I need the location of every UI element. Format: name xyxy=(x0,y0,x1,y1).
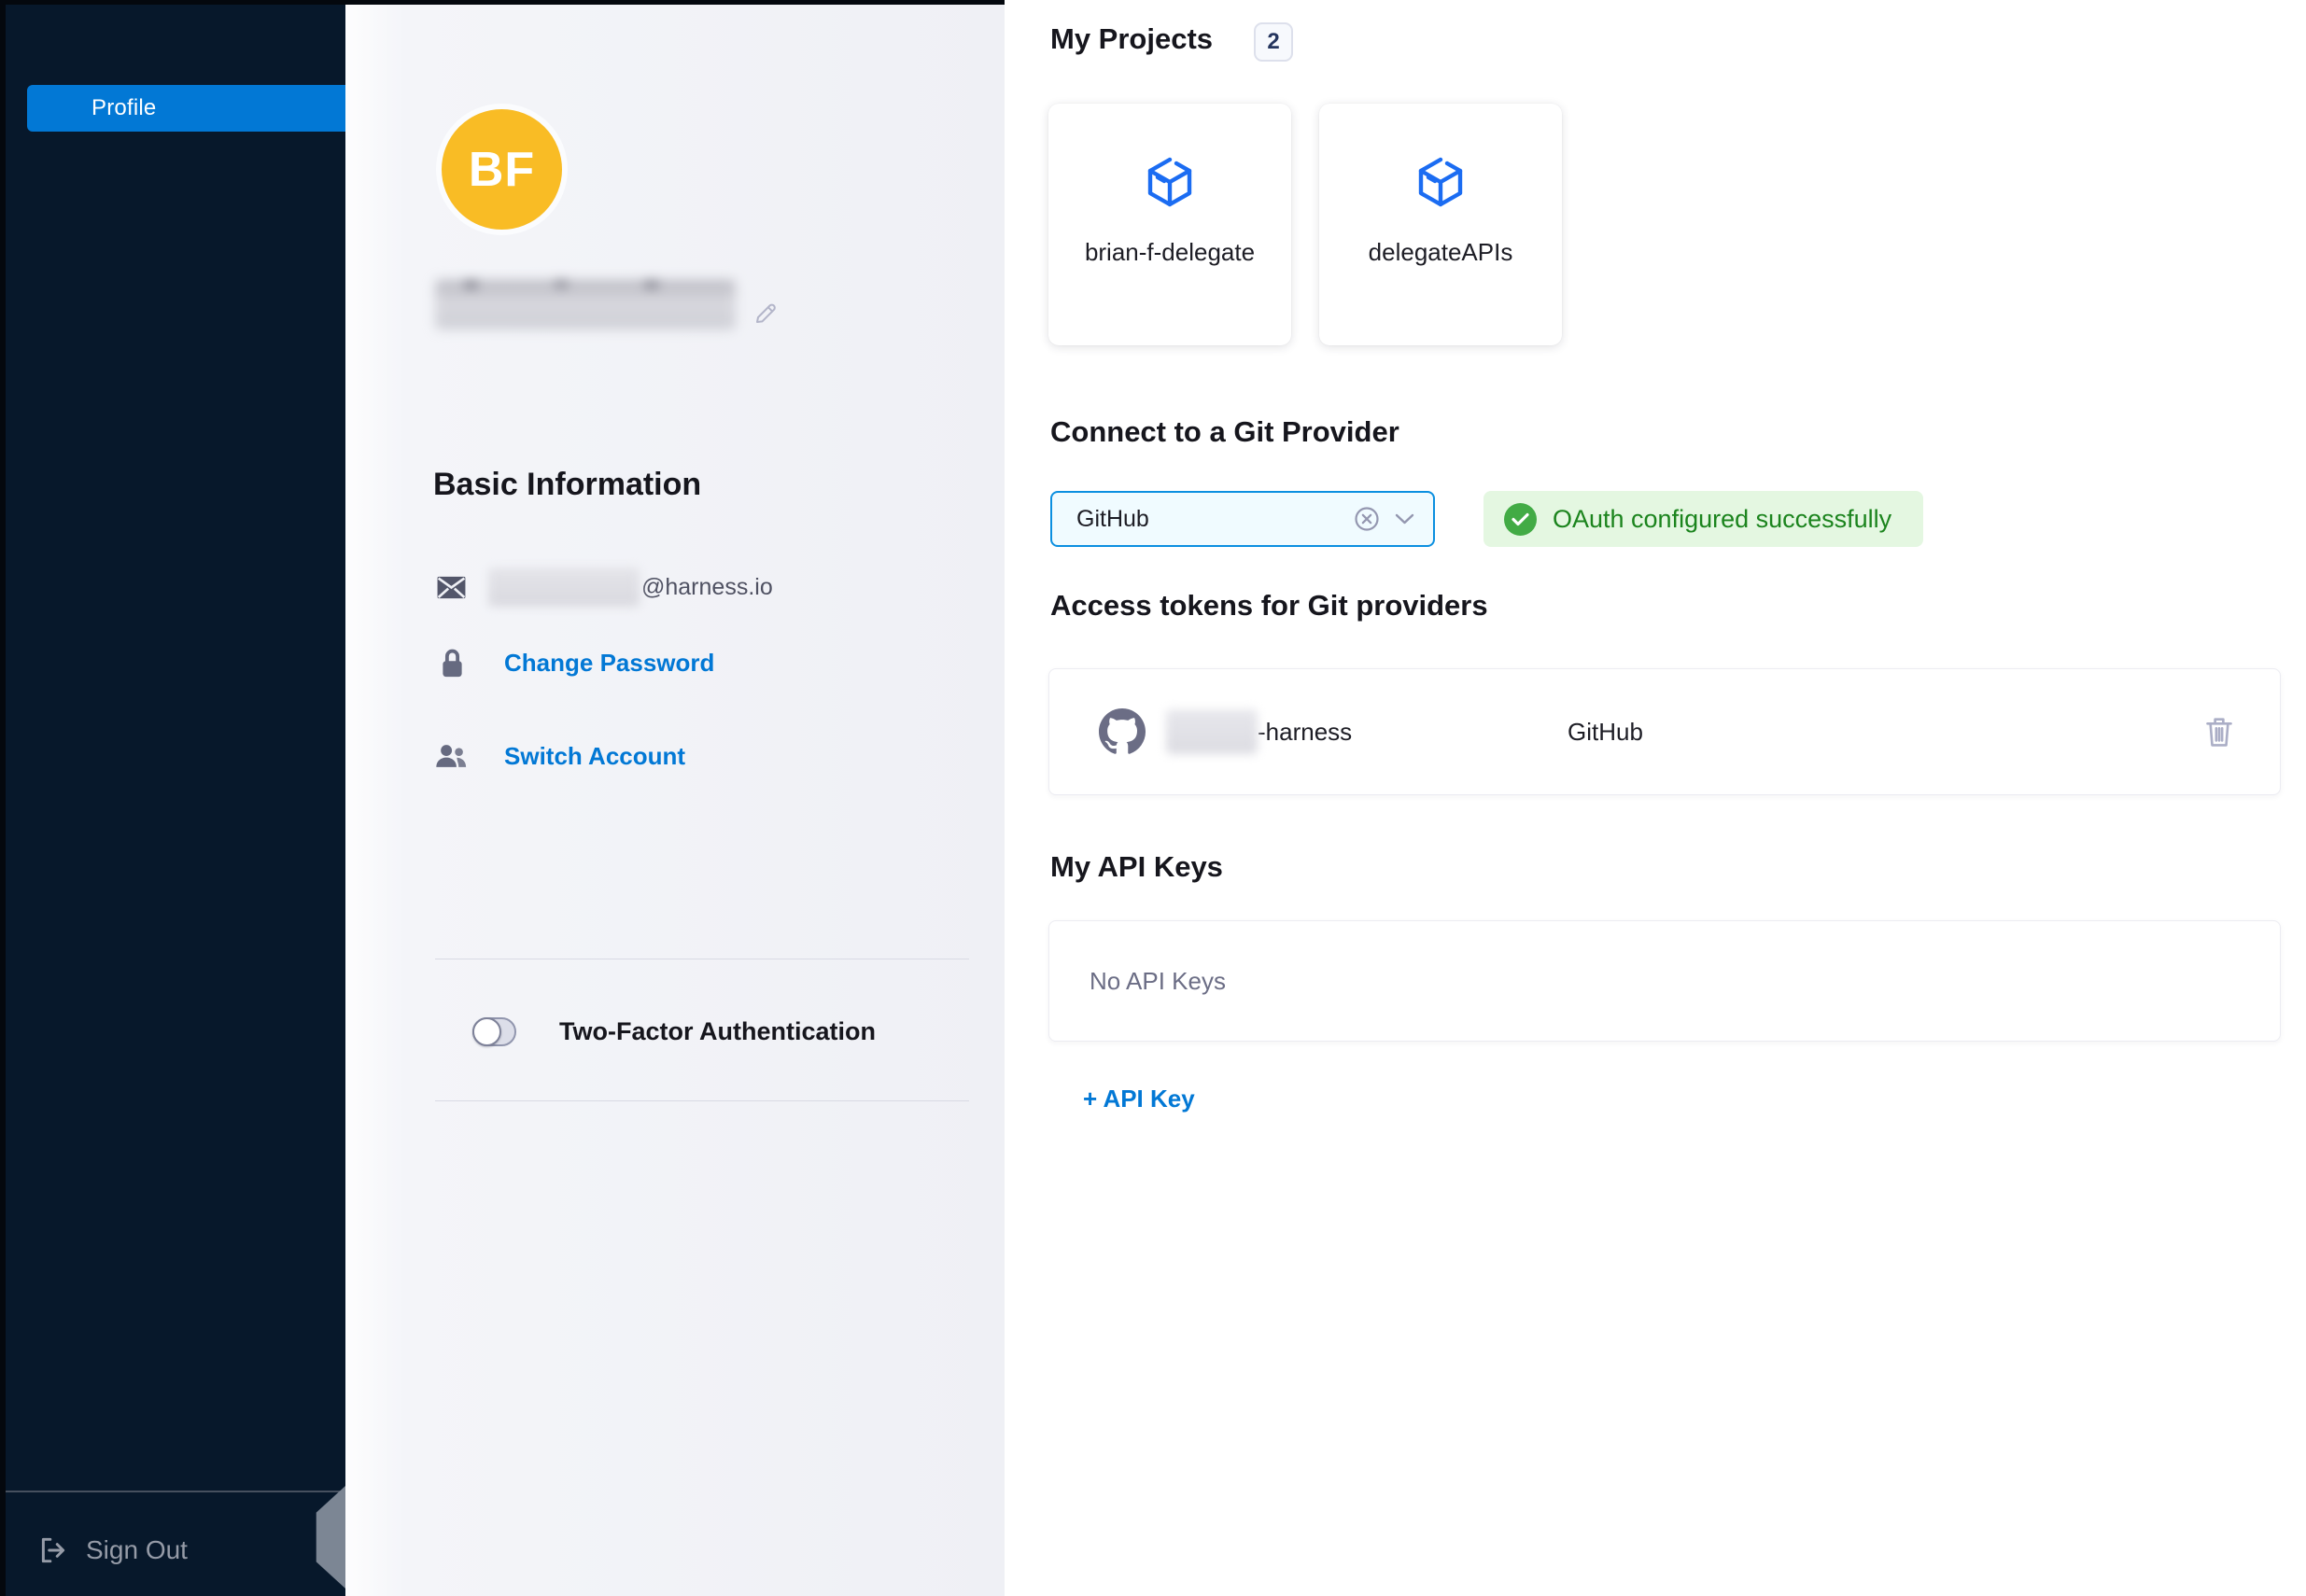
two-factor-toggle-knob xyxy=(472,1017,501,1046)
profile-summary-panel: BF Basic Information @harness.io Change … xyxy=(345,0,1005,1596)
token-username-suffix: -harness xyxy=(1258,718,1352,747)
avatar-initials: BF xyxy=(469,142,535,198)
add-api-key-button[interactable]: + API Key xyxy=(1083,1085,1195,1113)
email-row: @harness.io xyxy=(437,566,773,609)
project-name: brian-f-delegate xyxy=(1085,238,1255,267)
my-projects-title: My Projects xyxy=(1050,22,1213,56)
sidebar-item-profile-label: Profile xyxy=(91,95,156,121)
git-provider-select[interactable]: GitHub xyxy=(1050,491,1435,547)
email-prefix-redacted xyxy=(488,567,640,607)
switch-account-icon xyxy=(434,743,469,769)
project-name: delegateAPIs xyxy=(1369,238,1513,267)
two-factor-label: Two-Factor Authentication xyxy=(559,1017,876,1046)
projects-count-badge: 2 xyxy=(1254,22,1293,62)
sidebar-item-profile[interactable]: Profile xyxy=(27,85,345,132)
token-username: -harness xyxy=(1166,709,1568,754)
project-cube-icon xyxy=(1411,152,1470,212)
window-chrome-top xyxy=(0,0,1005,5)
email-domain: @harness.io xyxy=(641,574,773,601)
token-username-redacted xyxy=(1166,709,1258,754)
success-check-icon xyxy=(1504,503,1537,536)
edit-name-icon[interactable] xyxy=(752,297,782,327)
email-icon xyxy=(437,576,466,599)
access-tokens-title: Access tokens for Git providers xyxy=(1050,589,1488,623)
avatar: BF xyxy=(436,104,568,235)
git-provider-selected-value: GitHub xyxy=(1076,506,1354,533)
sign-out-label: Sign Out xyxy=(86,1535,188,1565)
sidebar-collapse-handle[interactable] xyxy=(314,1486,345,1589)
lock-icon xyxy=(440,647,465,679)
change-password-link[interactable]: Change Password xyxy=(504,649,714,678)
sidebar-footer-divider xyxy=(0,1491,345,1492)
project-card[interactable]: brian-f-delegate xyxy=(1048,104,1291,345)
clear-selection-icon[interactable] xyxy=(1354,506,1380,532)
api-keys-empty-card: No API Keys xyxy=(1048,920,2281,1042)
profile-page: Profile Sign Out BF Basic Information xyxy=(0,0,2306,1596)
sign-out-icon xyxy=(37,1534,69,1566)
two-factor-toggle[interactable] xyxy=(472,1017,516,1046)
token-provider: GitHub xyxy=(1568,718,1643,747)
github-logo-icon xyxy=(1099,708,1146,755)
delete-token-icon[interactable] xyxy=(2205,716,2233,748)
divider-below-two-factor xyxy=(435,1100,969,1101)
main-panel: My Projects 2 brian-f-delegate delegateA… xyxy=(1005,0,2306,1596)
switch-account-link[interactable]: Switch Account xyxy=(504,742,685,771)
chevron-down-icon xyxy=(1395,513,1414,525)
window-chrome-left xyxy=(0,0,6,1596)
sidebar: Profile Sign Out xyxy=(0,0,345,1596)
api-keys-empty-message: No API Keys xyxy=(1090,967,1226,996)
project-cube-icon xyxy=(1140,152,1200,212)
project-card[interactable]: delegateAPIs xyxy=(1319,104,1562,345)
oauth-status-message: OAuth configured successfully xyxy=(1553,505,1891,534)
change-password-row: Change Password xyxy=(440,642,714,683)
access-token-row: -harness GitHub xyxy=(1048,668,2281,795)
user-name-redacted xyxy=(435,280,736,329)
api-keys-title: My API Keys xyxy=(1050,850,1223,884)
oauth-status-badge: OAuth configured successfully xyxy=(1483,491,1923,547)
basic-information-title: Basic Information xyxy=(433,467,701,503)
switch-account-row: Switch Account xyxy=(434,737,685,775)
git-provider-title: Connect to a Git Provider xyxy=(1050,415,1399,449)
sign-out-button[interactable]: Sign Out xyxy=(37,1534,188,1566)
